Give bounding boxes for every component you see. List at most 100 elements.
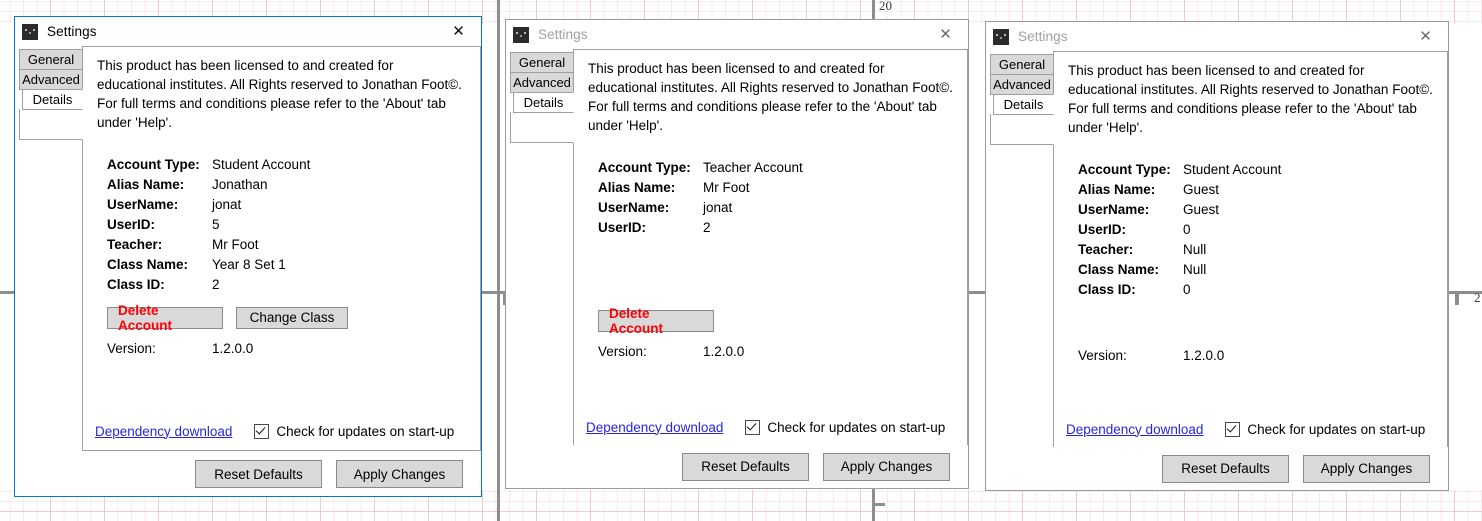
- detail-label: Teacher:: [107, 237, 163, 253]
- detail-label: Alias Name:: [107, 177, 185, 193]
- window-title: Settings: [47, 24, 97, 39]
- tab-details[interactable]: Details: [22, 89, 83, 110]
- version-row: Version: 1.2.0.0: [107, 339, 480, 359]
- tab-details[interactable]: Details: [993, 94, 1054, 115]
- check-updates-row[interactable]: Check for updates on start-up: [254, 423, 454, 439]
- ruler-label-top: 20: [879, 0, 892, 13]
- detail-label: Account Type:: [598, 160, 691, 176]
- detail-label: Class Name:: [107, 257, 189, 273]
- reset-defaults-button[interactable]: Reset Defaults: [195, 460, 322, 488]
- check-updates-row[interactable]: Check for updates on start-up: [745, 419, 946, 435]
- dialog-action-bar: Reset Defaults Apply Changes: [506, 445, 968, 488]
- change-class-button[interactable]: Change Class: [236, 306, 348, 329]
- close-icon[interactable]: ✕: [923, 20, 968, 48]
- detail-label: UserName:: [1078, 202, 1150, 218]
- detail-label: Class Name:: [1078, 262, 1160, 278]
- version-row: Version: 1.2.0.0: [598, 342, 967, 362]
- details-tab-panel: This product has been licensed to and cr…: [82, 46, 481, 451]
- details-tab-panel: This product has been licensed to and cr…: [573, 49, 968, 447]
- window-title: Settings: [1018, 29, 1068, 44]
- panel-footer: Dependency download Check for updates on…: [83, 412, 480, 450]
- detail-value: 5: [212, 217, 220, 233]
- dialog-action-bar: Reset Defaults Apply Changes: [986, 447, 1448, 490]
- vertical-ruler-guide[interactable]: [497, 0, 500, 521]
- detail-value: Jonathan: [212, 177, 268, 193]
- tab-details[interactable]: Details: [513, 92, 574, 113]
- detail-row-class-id: Class ID: 0: [1078, 280, 1447, 300]
- dialog-action-bar: Reset Defaults Apply Changes: [15, 452, 481, 496]
- detail-label: UserName:: [107, 197, 179, 213]
- detail-row-account-type: Account Type: Student Account: [1078, 160, 1447, 180]
- detail-value: Null: [1183, 262, 1207, 278]
- title-bar[interactable]: Settings ✕: [506, 20, 968, 49]
- account-action-buttons: Delete Account: [598, 306, 967, 336]
- settings-window-2[interactable]: Settings ✕ General Advanced Details This…: [505, 19, 969, 489]
- title-bar[interactable]: Settings ✕: [986, 22, 1448, 51]
- tab-general[interactable]: General: [510, 52, 574, 73]
- detail-value: 0: [1183, 222, 1191, 238]
- detail-row-alias-name: Alias Name: Jonathan: [107, 175, 480, 195]
- tab-advanced[interactable]: Advanced: [990, 74, 1054, 95]
- close-icon[interactable]: ✕: [1403, 22, 1448, 50]
- detail-row-username: UserName: jonat: [107, 195, 480, 215]
- dependency-download-link[interactable]: Dependency download: [1066, 422, 1203, 437]
- detail-row-class-name: Class Name: Year 8 Set 1: [107, 255, 480, 275]
- check-updates-label: Check for updates on start-up: [767, 419, 946, 435]
- window-title: Settings: [538, 27, 588, 42]
- detail-value: Year 8 Set 1: [212, 257, 286, 273]
- detail-row-userid: UserID: 0: [1078, 220, 1447, 240]
- detail-row-userid: UserID: 2: [598, 218, 967, 238]
- apply-changes-button[interactable]: Apply Changes: [336, 460, 463, 488]
- detail-value: Mr Foot: [212, 237, 259, 253]
- tab-strip: General Advanced Details: [15, 46, 83, 451]
- delete-account-button[interactable]: Delete Account: [107, 303, 223, 333]
- apply-changes-button[interactable]: Apply Changes: [1303, 454, 1430, 483]
- dependency-download-link[interactable]: Dependency download: [586, 420, 723, 435]
- version-label: Version:: [107, 341, 156, 357]
- tab-general[interactable]: General: [19, 49, 83, 70]
- detail-value: 0: [1183, 282, 1191, 298]
- detail-label: Account Type:: [107, 157, 200, 173]
- detail-value: Teacher Account: [703, 160, 803, 176]
- check-updates-checkbox[interactable]: [254, 423, 270, 439]
- ruler-label-right: 2: [1474, 290, 1481, 305]
- version-value: 1.2.0.0: [212, 341, 254, 357]
- tab-advanced[interactable]: Advanced: [19, 69, 83, 90]
- detail-row-teacher: Teacher: Mr Foot: [107, 235, 480, 255]
- detail-value: Null: [1183, 242, 1207, 258]
- detail-label: UserID:: [1078, 222, 1127, 238]
- reset-defaults-button[interactable]: Reset Defaults: [682, 452, 809, 481]
- reset-defaults-button[interactable]: Reset Defaults: [1162, 454, 1289, 483]
- check-updates-checkbox[interactable]: [1225, 421, 1241, 437]
- title-bar[interactable]: Settings ✕: [15, 17, 481, 46]
- apply-changes-button[interactable]: Apply Changes: [823, 452, 950, 481]
- version-value: 1.2.0.0: [703, 344, 745, 360]
- detail-row-alias-name: Alias Name: Guest: [1078, 180, 1447, 200]
- tab-strip-filler: [990, 114, 1054, 145]
- check-updates-row[interactable]: Check for updates on start-up: [1225, 421, 1425, 437]
- version-label: Version:: [1078, 348, 1127, 364]
- detail-value: 2: [212, 277, 220, 293]
- window-body: General Advanced Details This product ha…: [506, 49, 968, 447]
- detail-label: Alias Name:: [598, 180, 676, 196]
- delete-account-button[interactable]: Delete Account: [598, 306, 714, 336]
- account-action-buttons: Delete Account Change Class: [107, 303, 480, 333]
- version-value: 1.2.0.0: [1183, 348, 1225, 364]
- tab-general[interactable]: General: [990, 54, 1054, 75]
- window-body: General Advanced Details This product ha…: [986, 51, 1448, 449]
- account-details-list: Account Type: Student Account Alias Name…: [107, 155, 480, 295]
- detail-value: Student Account: [1183, 162, 1282, 178]
- settings-window-1[interactable]: Settings ✕ General Advanced Details This…: [14, 16, 482, 497]
- detail-value: jonat: [703, 200, 733, 216]
- license-blurb: This product has been licensed to and cr…: [97, 58, 462, 131]
- check-updates-checkbox[interactable]: [745, 419, 761, 435]
- tab-advanced[interactable]: Advanced: [510, 72, 574, 93]
- dependency-download-link[interactable]: Dependency download: [95, 424, 232, 439]
- settings-window-3[interactable]: Settings ✕ General Advanced Details This…: [985, 21, 1449, 491]
- detail-value: 2: [703, 220, 711, 236]
- detail-value: Guest: [1183, 202, 1220, 218]
- license-blurb: This product has been licensed to and cr…: [588, 61, 953, 134]
- close-icon[interactable]: ✕: [436, 17, 481, 45]
- detail-label: Teacher:: [1078, 242, 1134, 258]
- detail-row-class-name: Class Name: Null: [1078, 260, 1447, 280]
